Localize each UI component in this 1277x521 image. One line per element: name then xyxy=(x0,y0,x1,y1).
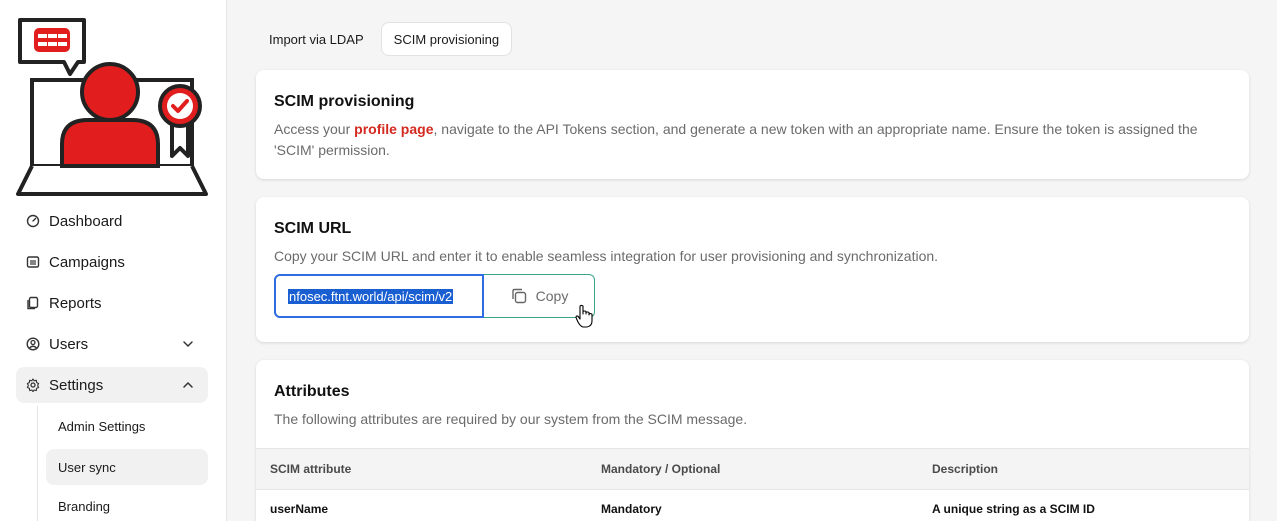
sidebar-item-dashboard[interactable]: Dashboard xyxy=(16,203,208,239)
campaigns-icon xyxy=(26,255,40,269)
chevron-up-icon xyxy=(183,381,193,388)
sidebar-subitem-label: Admin Settings xyxy=(58,418,146,434)
chevron-down-icon xyxy=(183,341,193,348)
copy-icon xyxy=(511,288,526,304)
scim-provisioning-card: SCIM provisioning Access your profile pa… xyxy=(256,70,1249,179)
attributes-card: Attributes The following attributes are … xyxy=(256,360,1249,521)
profile-page-link[interactable]: profile page xyxy=(354,121,433,137)
hand-pointer-cursor-icon xyxy=(575,304,593,328)
sidebar-subitem-branding[interactable]: Branding xyxy=(46,488,208,521)
tab-bar: Import via LDAP SCIM provisioning xyxy=(256,22,513,56)
scim-url-input[interactable]: nfosec.ftnt.world/api/scim/v2 xyxy=(274,274,484,318)
sidebar-item-label: Users xyxy=(49,335,89,353)
description-text: Access your xyxy=(274,121,355,137)
column-header: Description xyxy=(932,462,999,476)
section-title: SCIM URL xyxy=(274,220,352,237)
table-cell: userName xyxy=(270,502,329,516)
sidebar-item-campaigns[interactable]: Campaigns xyxy=(16,244,208,280)
column-header: SCIM attribute xyxy=(270,462,352,476)
submenu-divider xyxy=(37,406,38,521)
user-circle-icon xyxy=(26,337,40,351)
section-description: Access your profile page, navigate to th… xyxy=(274,119,1231,161)
sidebar-item-reports[interactable]: Reports xyxy=(16,285,208,321)
section-description: The following attributes are required by… xyxy=(274,411,748,427)
tab-scim-provisioning[interactable]: SCIM provisioning xyxy=(380,22,513,56)
sidebar-item-users[interactable]: Users xyxy=(16,326,208,362)
scim-url-card: SCIM URL Copy your SCIM URL and enter it… xyxy=(256,197,1249,342)
table-cell: A unique string as a SCIM ID xyxy=(932,502,1095,516)
scim-url-value: nfosec.ftnt.world/api/scim/v2 xyxy=(288,288,454,304)
scim-url-field-group: nfosec.ftnt.world/api/scim/v2 Copy xyxy=(274,274,595,318)
sidebar-subitem-label: User sync xyxy=(58,459,116,475)
table-cell: Mandatory xyxy=(601,502,662,516)
column-header: Mandatory / Optional xyxy=(601,462,721,476)
sidebar-item-label: Reports xyxy=(49,294,102,312)
sidebar-subitem-admin-settings[interactable]: Admin Settings xyxy=(46,408,208,444)
copy-button-label: Copy xyxy=(535,288,569,304)
sidebar-item-label: Settings xyxy=(49,376,104,394)
dashboard-gauge-icon xyxy=(26,214,40,228)
sidebar-item-settings[interactable]: Settings xyxy=(16,367,208,403)
logo-illustration xyxy=(16,18,208,196)
sidebar-subitem-user-sync[interactable]: User sync xyxy=(46,449,208,485)
section-title: Attributes xyxy=(274,383,350,400)
table-header: SCIM attribute Mandatory / Optional Desc… xyxy=(256,448,1249,490)
tab-import-ldap[interactable]: Import via LDAP xyxy=(256,22,377,56)
section-title: SCIM provisioning xyxy=(274,93,415,110)
sidebar-subitem-label: Branding xyxy=(58,498,111,514)
sidebar-item-label: Campaigns xyxy=(49,253,125,271)
gear-icon xyxy=(26,378,40,392)
section-description: Copy your SCIM URL and enter it to enabl… xyxy=(274,248,939,264)
reports-icon xyxy=(26,296,40,310)
sidebar-item-label: Dashboard xyxy=(49,212,123,230)
sidebar: Dashboard Campaigns Reports Users Settin… xyxy=(0,0,227,521)
